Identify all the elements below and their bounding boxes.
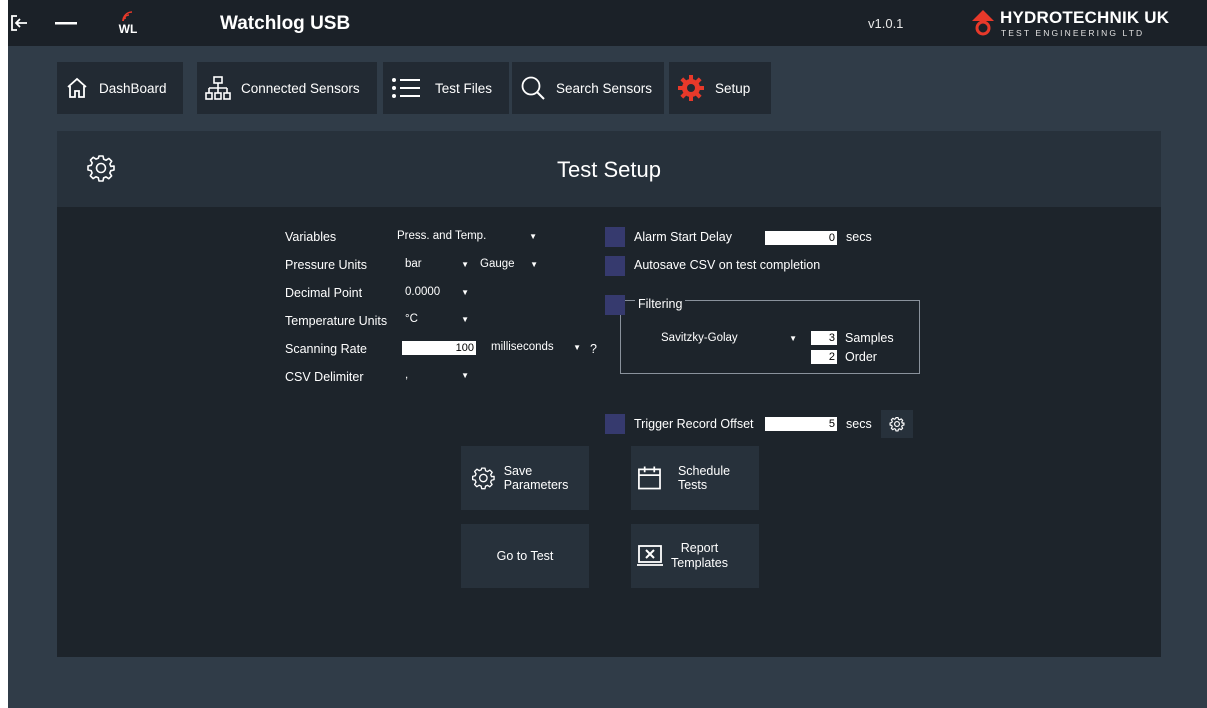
nav-connected-sensors-label: Connected Sensors	[241, 80, 360, 96]
title-bar: WL Watchlog USB v1.0.1 HYDROTECHNIK UK T…	[8, 0, 1207, 46]
brand-subtitle: TEST ENGINEERING LTD	[1001, 28, 1145, 38]
pressure-units-dropdown[interactable]: bar ▼	[405, 255, 469, 273]
nav-search-sensors-label: Search Sensors	[556, 80, 653, 96]
gear-icon	[889, 417, 905, 432]
gear-icon	[471, 467, 495, 490]
alarm-start-delay-label: Alarm Start Delay	[634, 230, 732, 244]
filter-method-dropdown[interactable]: Savitzky-Golay ▼	[661, 329, 797, 347]
filter-samples-label: Samples	[845, 331, 894, 345]
network-icon	[205, 75, 231, 101]
trigger-record-offset-checkbox[interactable]	[605, 414, 625, 434]
decimal-point-dropdown[interactable]: 0.0000 ▼	[405, 283, 469, 301]
scanning-rate-unit-dropdown[interactable]: milliseconds ▼	[491, 338, 581, 356]
nav-connected-sensors[interactable]: Connected Sensors	[197, 62, 377, 114]
autosave-csv-checkbox[interactable]	[605, 256, 625, 276]
schedule-tests-button[interactable]: Schedule Tests	[631, 446, 759, 510]
variables-value: Press. and Temp.	[397, 230, 487, 242]
schedule-tests-label: Schedule Tests	[677, 464, 731, 492]
search-icon	[520, 75, 546, 101]
nav-search-sensors[interactable]: Search Sensors	[512, 62, 664, 114]
save-parameters-button[interactable]: Save Parameters	[461, 446, 589, 510]
temperature-units-value: °C	[405, 313, 418, 325]
filter-method-value: Savitzky-Golay	[661, 332, 738, 344]
scanning-rate-help[interactable]: ?	[590, 342, 597, 356]
panel-header: Test Setup	[57, 131, 1161, 207]
alarm-start-delay-input[interactable]: 0	[765, 231, 837, 245]
app-title: Watchlog USB	[220, 13, 351, 34]
app-window: WL Watchlog USB v1.0.1 HYDROTECHNIK UK T…	[8, 0, 1207, 708]
nav-test-files[interactable]: Test Files	[383, 62, 509, 114]
watchlog-logo: WL	[112, 8, 144, 38]
go-to-test-button[interactable]: Go to Test	[461, 524, 589, 588]
trigger-record-offset-input[interactable]: 5	[765, 417, 837, 431]
page-title: Test Setup	[557, 157, 661, 182]
hydrotechnik-logo: HYDROTECHNIK UK TEST ENGINEERING LTD	[966, 6, 1170, 40]
gear-icon	[677, 74, 705, 102]
alarm-start-delay-unit: secs	[846, 230, 872, 244]
filter-order-label: Order	[845, 350, 877, 364]
dropdown-arrow-icon: ▼	[530, 259, 538, 269]
calendar-icon	[638, 466, 661, 490]
report-templates-button[interactable]: Report Templates	[631, 524, 759, 588]
go-to-test-label: Go to Test	[496, 549, 554, 563]
nav-dashboard-label: DashBoard	[99, 80, 167, 96]
trigger-record-offset-unit: secs	[846, 417, 872, 431]
filter-samples-input[interactable]: 3	[811, 331, 837, 345]
version-label: v1.0.1	[868, 16, 904, 31]
temperature-units-label: Temperature Units	[285, 314, 388, 328]
decimal-point-value: 0.0000	[405, 286, 441, 298]
dropdown-arrow-icon: ▼	[461, 287, 469, 297]
pressure-units-value: bar	[405, 258, 422, 270]
minimize-icon[interactable]	[52, 8, 80, 38]
report-template-icon	[637, 545, 663, 566]
trigger-record-offset-label: Trigger Record Offset	[634, 417, 754, 431]
report-label-line2: Templates	[671, 556, 728, 570]
variables-dropdown[interactable]: Press. and Temp. ▼	[397, 227, 537, 245]
nav-test-files-label: Test Files	[435, 80, 493, 96]
filtering-checkbox[interactable]	[605, 295, 625, 315]
dropdown-arrow-icon: ▼	[789, 333, 797, 343]
dropdown-arrow-icon: ▼	[461, 314, 469, 324]
alarm-start-delay-checkbox[interactable]	[605, 227, 625, 247]
scanning-rate-input[interactable]: 100	[402, 341, 476, 355]
test-setup-panel: Test Setup Variables Press. and Temp. ▼ P…	[57, 131, 1161, 657]
nav-dashboard[interactable]: DashBoard	[57, 62, 183, 114]
dropdown-arrow-icon: ▼	[529, 231, 537, 241]
autosave-csv-label: Autosave CSV on test completion	[634, 258, 821, 272]
exit-icon[interactable]	[8, 8, 30, 38]
variables-label: Variables	[285, 230, 337, 244]
home-icon	[65, 76, 89, 100]
pressure-mode-value: Gauge	[480, 258, 515, 270]
scanning-rate-unit-value: milliseconds	[491, 341, 554, 353]
list-icon	[391, 76, 421, 100]
temperature-units-dropdown[interactable]: °C ▼	[405, 310, 469, 328]
brand-mark-icon	[972, 10, 994, 36]
pressure-units-label: Pressure Units	[285, 258, 367, 272]
nav-setup[interactable]: Setup	[669, 62, 771, 114]
save-parameters-label: Save Parameters	[503, 464, 569, 492]
filtering-label: Filtering	[635, 297, 686, 311]
report-label-line1: Report	[680, 541, 719, 555]
pressure-mode-dropdown[interactable]: Gauge ▼	[480, 255, 538, 273]
scanning-rate-label: Scanning Rate	[285, 342, 368, 356]
dropdown-arrow-icon: ▼	[461, 370, 469, 380]
filter-order-input[interactable]: 2	[811, 350, 837, 364]
dropdown-arrow-icon: ▼	[461, 259, 469, 269]
csv-delimiter-value: ,	[405, 369, 409, 381]
nav-setup-label: Setup	[715, 80, 751, 96]
report-templates-label: Report Templates	[671, 541, 728, 571]
trigger-settings-button[interactable]	[881, 410, 913, 438]
decimal-point-label: Decimal Point	[285, 286, 363, 300]
dropdown-arrow-icon: ▼	[573, 342, 581, 352]
logo-text: WL	[118, 22, 138, 36]
csv-delimiter-label: CSV Delimiter	[285, 370, 364, 384]
csv-delimiter-dropdown[interactable]: , ▼	[405, 366, 469, 384]
brand-name: HYDROTECHNIK UK	[1000, 8, 1170, 27]
